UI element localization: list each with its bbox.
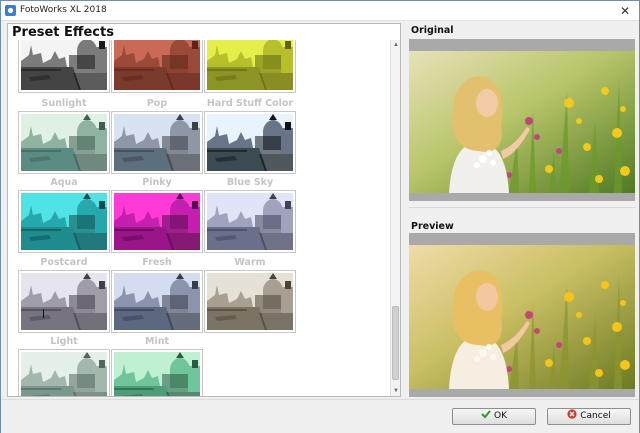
effect-thumbnail[interactable] (18, 349, 110, 396)
cancel-button[interactable]: Cancel (547, 408, 631, 425)
effect-thumbnail[interactable] (111, 111, 203, 174)
effect-thumbnail[interactable] (18, 270, 110, 333)
scroll-up-arrow-icon[interactable]: ▲ (391, 40, 401, 50)
effect-thumbnail-image (114, 352, 200, 396)
preview-divider (409, 207, 635, 208)
app-icon (5, 5, 16, 16)
effect-thumbnail-image (114, 40, 200, 90)
dialog-window: FotoWorks XL 2018 ✕ Preset Effects Sunli (0, 0, 640, 433)
effect-thumbnail-image (21, 40, 107, 90)
effect-thumbnail-image (207, 193, 293, 250)
effect-thumbnail-image (207, 40, 293, 90)
effect-thumbnail[interactable] (18, 40, 110, 93)
effect-thumbnail-image (114, 114, 200, 171)
check-icon (481, 410, 491, 419)
effect-thumbnail[interactable] (204, 270, 296, 333)
vertical-scrollbar[interactable]: ▲ ▼ (390, 40, 400, 396)
effect-label[interactable]: Aqua (18, 177, 110, 188)
effect-thumbnail[interactable] (18, 111, 110, 174)
effect-thumbnail-image (21, 352, 107, 396)
preview-frame (409, 233, 635, 397)
effect-thumbnail[interactable] (111, 40, 203, 93)
effect-thumbnail[interactable] (204, 111, 296, 174)
effect-label[interactable]: Blue Sky (204, 177, 296, 188)
scroll-down-arrow-icon[interactable]: ▼ (391, 386, 401, 396)
effect-thumbnail[interactable] (111, 270, 203, 333)
effect-thumbnail[interactable] (111, 190, 203, 253)
effect-thumbnail-image (21, 114, 107, 171)
effect-thumbnail-image (114, 193, 200, 250)
effect-thumbnail-image (207, 114, 293, 171)
effect-label[interactable]: Sunlight (18, 98, 110, 109)
effect-label[interactable]: Fresh (111, 257, 203, 268)
ok-button[interactable]: OK (452, 408, 536, 425)
original-frame (409, 39, 635, 201)
effect-thumbnail-image (207, 273, 293, 330)
effect-thumbnail[interactable] (111, 349, 203, 396)
effect-thumbnail[interactable] (204, 190, 296, 253)
effect-label[interactable]: Warm (204, 257, 296, 268)
effect-thumbnail[interactable] (204, 40, 296, 93)
dialog-footer: OK Cancel (1, 399, 639, 433)
text-cursor-icon (43, 309, 44, 318)
effect-thumbnail[interactable] (18, 190, 110, 253)
effect-thumbnail-image (21, 193, 107, 250)
window-title: FotoWorks XL 2018 (20, 5, 107, 15)
ok-label: OK (494, 411, 507, 421)
preview-photo (409, 245, 635, 389)
effects-grid: Sunlight Pop Hard Stuff Color Aqua Pinky (8, 40, 392, 396)
effect-label[interactable]: Hard Stuff Color (204, 98, 296, 109)
effect-label[interactable]: Pinky (111, 177, 203, 188)
preview-column: Original Preview (405, 23, 635, 397)
scroll-thumb[interactable] (392, 306, 399, 380)
original-title: Original (411, 25, 454, 36)
preset-effects-panel: Preset Effects Sunlight Pop Hard Stuff C… (7, 23, 401, 397)
effect-label[interactable]: Postcard (18, 257, 110, 268)
effect-label[interactable]: Light (18, 336, 110, 347)
close-icon[interactable]: ✕ (617, 3, 633, 19)
panel-heading: Preset Effects (12, 25, 114, 40)
preview-title: Preview (411, 221, 454, 232)
effect-thumbnail-image (21, 273, 107, 330)
effect-label[interactable]: Mint (111, 336, 203, 347)
effect-label[interactable]: Pop (111, 98, 203, 109)
effect-thumbnail-image (114, 273, 200, 330)
cancel-label: Cancel (580, 411, 611, 421)
cancel-icon (567, 409, 577, 419)
original-photo (409, 51, 635, 193)
title-bar: FotoWorks XL 2018 ✕ (1, 1, 639, 21)
